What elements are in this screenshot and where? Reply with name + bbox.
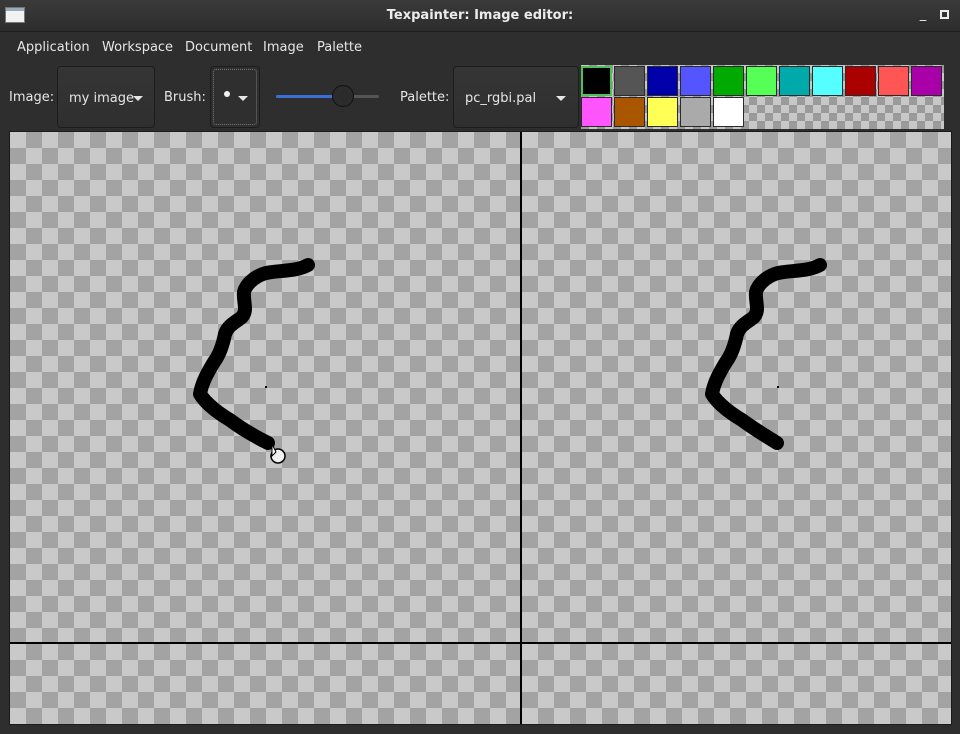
chevron-down-icon xyxy=(238,96,248,101)
image-select[interactable]: my image xyxy=(57,66,155,128)
brush-select[interactable] xyxy=(210,66,260,128)
brush-label: Brush: xyxy=(164,90,206,105)
canvas-center-marker xyxy=(265,386,267,388)
palette-swatch[interactable] xyxy=(647,66,678,96)
palette-swatches xyxy=(581,65,944,129)
palette-swatch[interactable] xyxy=(779,66,810,96)
menu-application[interactable]: Application xyxy=(17,40,90,55)
window-titlebar: Texpainter: Image editor: _ xyxy=(0,0,960,32)
tile-divider-vertical xyxy=(520,132,522,724)
image-label: Image: xyxy=(9,90,55,105)
drawing-layer xyxy=(193,258,827,464)
brush-size-slider[interactable] xyxy=(276,85,379,107)
palette-swatch[interactable] xyxy=(680,97,711,127)
palette-swatch[interactable] xyxy=(680,66,711,96)
slider-knob[interactable] xyxy=(331,85,354,107)
menubar: Application Workspace Document Image Pal… xyxy=(0,33,960,63)
chevron-down-icon xyxy=(556,96,566,101)
palette-swatch[interactable] xyxy=(713,66,744,96)
palette-swatch[interactable] xyxy=(581,66,612,96)
palette-select[interactable]: pc_rgbi.pal xyxy=(453,66,579,128)
palette-label: Palette: xyxy=(400,90,450,105)
brush-stroke-left xyxy=(193,258,315,450)
window-title: Texpainter: Image editor: xyxy=(386,8,574,23)
menu-image[interactable]: Image xyxy=(263,40,304,55)
menu-workspace[interactable]: Workspace xyxy=(102,40,173,55)
brush-stroke-right xyxy=(705,258,827,450)
image-select-value: my image xyxy=(69,91,134,106)
palette-swatch[interactable] xyxy=(845,66,876,96)
brush-focus-ring xyxy=(213,69,257,125)
maximize-button[interactable] xyxy=(935,6,953,24)
toolbar: Image: my image Brush: Palette: pc_rgbi.… xyxy=(0,63,960,131)
maximize-icon xyxy=(939,10,949,19)
palette-swatch[interactable] xyxy=(614,66,645,96)
palette-swatch[interactable] xyxy=(812,66,843,96)
palette-swatch[interactable] xyxy=(746,66,777,96)
palette-swatch[interactable] xyxy=(911,66,942,96)
round-brush-icon xyxy=(224,91,230,97)
tile-divider-horizontal xyxy=(10,642,951,644)
palette-swatch[interactable] xyxy=(614,97,645,127)
canvas-center-marker xyxy=(777,386,779,388)
brush-cursor-icon xyxy=(270,443,286,464)
image-canvas[interactable] xyxy=(9,131,952,725)
palette-swatch[interactable] xyxy=(713,97,744,127)
palette-select-value: pc_rgbi.pal xyxy=(465,91,537,106)
minimize-button[interactable]: _ xyxy=(914,6,932,24)
chevron-down-icon xyxy=(133,96,143,101)
palette-swatch[interactable] xyxy=(878,66,909,96)
palette-swatch[interactable] xyxy=(581,97,612,127)
menu-palette[interactable]: Palette xyxy=(317,40,362,55)
menu-document[interactable]: Document xyxy=(185,40,252,55)
palette-swatch[interactable] xyxy=(647,97,678,127)
